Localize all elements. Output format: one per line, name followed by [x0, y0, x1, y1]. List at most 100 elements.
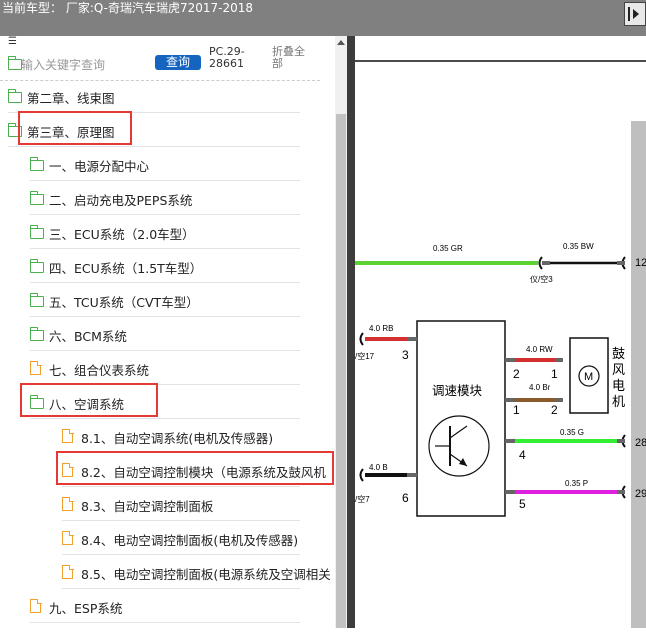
panel-toggle-button[interactable]: [624, 2, 646, 26]
folder-icon: [7, 56, 22, 70]
file-icon: [62, 564, 74, 579]
tree-item-label: 七、组合仪表系统: [49, 363, 150, 378]
connector-pin: [407, 337, 417, 341]
collapse-all-link[interactable]: 折叠全部: [272, 46, 312, 70]
tree-item-label: 九、ESP系统: [49, 601, 123, 616]
tree-item[interactable]: 四、ECU系统（1.5T车型）: [29, 250, 300, 283]
connector-pin: [617, 261, 625, 265]
connector-pin: [617, 439, 625, 443]
connector-pin: [555, 398, 563, 402]
connector-left-top: [359, 332, 364, 346]
tree-item-label: 第二章、线束图: [27, 91, 115, 106]
connector-pin: [505, 358, 515, 362]
wire-label-b: 4.0 B: [369, 463, 388, 472]
folder-icon: [29, 225, 44, 239]
page-right-strip: [631, 121, 646, 628]
connector-top-left: [538, 256, 543, 270]
motor-label: 鼓风电机: [612, 347, 625, 410]
tree-item[interactable]: 三、ECU系统（2.0车型）: [29, 216, 300, 249]
wiring-diagram: 0.35 GR 0.35 BW 仪/空3 12 调速模块 4.0 RB /空17: [355, 60, 646, 628]
tree-item-label: 8.4、电动空调控制面板(电机及传感器): [81, 533, 299, 548]
tree-item-label: 三、ECU系统（2.0车型）: [49, 227, 195, 242]
highlight-box: [56, 451, 334, 485]
tree-item-label: 一、电源分配中心: [49, 159, 150, 174]
folder-icon: [29, 293, 44, 307]
file-icon: [62, 428, 74, 443]
tree-item-label: 四、ECU系统（1.5T车型）: [49, 261, 203, 276]
search-button[interactable]: 查询: [155, 55, 201, 70]
connector-pin: [505, 398, 515, 402]
tree-item-label: 二、启动充电及PEPS系统: [49, 193, 193, 208]
pin-label: 2: [513, 367, 520, 381]
catalog-tree-panel: ☰ 输入关键字查询 查询 PC.29-28661 折叠全部 第二章、线束图 第三章…: [0, 36, 347, 628]
tree-item[interactable]: 一、电源分配中心: [29, 148, 300, 181]
connector-pin: [505, 439, 515, 443]
scrollbar-thumb[interactable]: [336, 114, 346, 628]
diagram-page[interactable]: 0.35 GR 0.35 BW 仪/空3 12 调速模块 4.0 RB /空17: [355, 36, 646, 628]
motor-symbol-label: M: [584, 371, 593, 383]
play-arrow-icon: [633, 9, 639, 19]
tree-item[interactable]: 五、TCU系统（CVT车型）: [29, 284, 300, 317]
search-row: 输入关键字查询 查询 PC.29-28661 折叠全部: [0, 44, 320, 81]
tree-item[interactable]: 8.4、电动空调控制面板(电机及传感器): [62, 522, 300, 555]
module-label: 调速模块: [432, 383, 483, 398]
connector-pin: [505, 490, 515, 494]
tree-item-label: 8.3、自动空调控制面板: [81, 499, 214, 514]
pin-label: 5: [519, 497, 526, 511]
folder-icon: [29, 191, 44, 205]
tree-item[interactable]: 二、启动充电及PEPS系统: [29, 182, 300, 215]
tree-item[interactable]: 九、ESP系统: [30, 590, 300, 623]
speed-module-box: [416, 320, 506, 517]
tree-item-label: 六、BCM系统: [49, 329, 127, 344]
tree-item[interactable]: 第二章、线束图: [7, 80, 300, 113]
title-bar: 当前车型： 厂家:Q-奇瑞汽车瑞虎72017-2018: [0, 0, 646, 36]
file-icon: [30, 598, 42, 613]
pin-label: 29: [635, 488, 646, 500]
wire-label-bw: 0.35 BW: [563, 242, 594, 251]
tree-item-label: 8.1、自动空调系统(电机及传感器): [81, 431, 274, 446]
wire-label-rb: 4.0 RB: [369, 324, 393, 333]
wire-label-rw: 4.0 RW: [526, 345, 553, 354]
connector-label-left-bottom: /空7: [355, 494, 370, 504]
tree-item-label: 8.5、电动空调控制面板(电源系统及空调相关: [81, 567, 331, 582]
pin-label: 28: [635, 437, 646, 449]
file-icon: [62, 496, 74, 511]
folder-icon: [7, 89, 22, 103]
folder-icon: [29, 259, 44, 273]
wire-label-gr: 0.35 GR: [433, 244, 463, 253]
diagram-viewer: 0.35 GR 0.35 BW 仪/空3 12 调速模块 4.0 RB /空17: [347, 36, 646, 628]
pin-label: 4: [519, 448, 526, 462]
tree-scrollbar[interactable]: [335, 36, 347, 628]
highlight-box: [18, 111, 132, 145]
connector-pin: [617, 490, 625, 494]
file-icon: [30, 360, 42, 375]
scroll-up-icon[interactable]: [337, 40, 345, 45]
connector-left-bottom: [359, 468, 364, 482]
tree-item[interactable]: 七、组合仪表系统: [30, 352, 300, 385]
connector-pin: [542, 261, 550, 265]
connector-label-left-top: /空17: [355, 351, 375, 361]
pin-label: 1: [513, 403, 520, 417]
wire-label-g: 0.35 G: [560, 428, 584, 437]
wire-label-br: 4.0 Br: [529, 383, 551, 392]
highlight-box: [20, 383, 158, 417]
wire-label-p: 0.35 P: [565, 479, 588, 488]
pin-label: 6: [402, 491, 409, 505]
vehicle-title: 当前车型： 厂家:Q-奇瑞汽车瑞虎72017-2018: [2, 1, 254, 15]
tree-item[interactable]: 8.3、自动空调控制面板: [62, 488, 300, 521]
pin-label: 12: [635, 257, 646, 269]
connector-pin: [407, 473, 417, 477]
pin-label: 2: [551, 403, 558, 417]
connector-label-top: 仪/空3: [530, 274, 553, 284]
pin-label: 1: [551, 367, 558, 381]
tree-item[interactable]: 8.5、电动空调控制面板(电源系统及空调相关: [62, 556, 331, 589]
tree-item[interactable]: 六、BCM系统: [29, 318, 300, 351]
search-input[interactable]: 输入关键字查询: [21, 56, 105, 73]
tree-item[interactable]: 8.1、自动空调系统(电机及传感器): [62, 420, 300, 453]
connector-pin: [555, 358, 563, 362]
folder-icon: [29, 157, 44, 171]
pin-label: 3: [402, 348, 409, 362]
file-icon: [62, 530, 74, 545]
pc-code: PC.29-28661: [209, 45, 245, 70]
toggle-bar-icon: [628, 7, 630, 21]
